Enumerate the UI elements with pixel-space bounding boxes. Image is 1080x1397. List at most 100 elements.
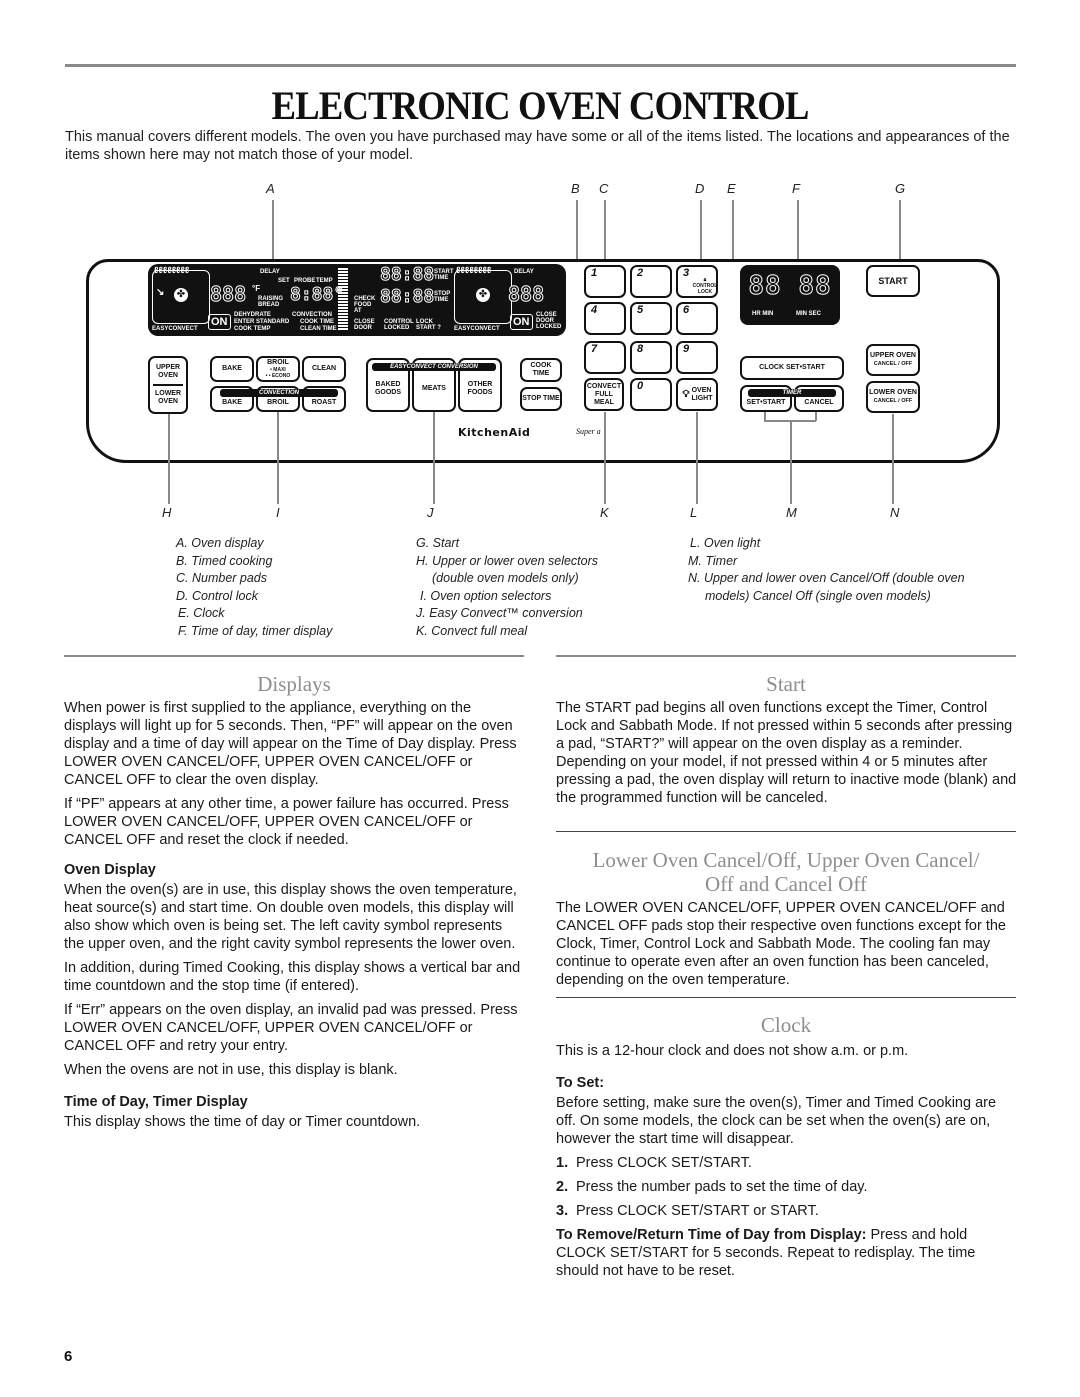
lcd-raising-bread: RAISING BREAD <box>258 296 284 308</box>
clock-paragraph: This is a 12-hour clock and does not sho… <box>556 1043 909 1059</box>
convect-full-meal-button[interactable]: CONVECT FULL MEAL <box>584 378 624 411</box>
legend-item-c: C. Number pads <box>176 571 268 586</box>
step-number: 3. <box>556 1203 569 1219</box>
leader-line-j <box>433 412 435 504</box>
legend-item-j: J. Easy Convect™ conversion <box>416 606 583 621</box>
legend-column-1: A. Oven display B. Timed cooking C. Numb… <box>176 535 332 641</box>
number-pad-0[interactable]: 0 <box>630 378 672 411</box>
legend-item-l: L. Oven light <box>690 536 761 550</box>
leader-line-m-h <box>764 420 816 422</box>
cook-time-button[interactable]: COOK TIME <box>520 358 562 382</box>
control-lock-text: CONTROL LOCK <box>692 283 718 295</box>
lcd-lock-start: LOCK START ? <box>416 319 441 331</box>
callout-letter-m: M <box>786 505 797 520</box>
number-pad-1[interactable]: 1 <box>584 265 626 298</box>
number-3-label: 3 <box>683 267 690 279</box>
lcd-stop-time-digits: 88:88 <box>379 286 435 308</box>
start-button[interactable]: START <box>866 265 920 297</box>
leader-line-h <box>168 414 170 504</box>
fan-icon-right: ✤ <box>476 288 490 302</box>
kitchenaid-logo: KitchenAid <box>458 426 531 439</box>
legend-item-e: E. Clock <box>178 606 225 621</box>
lcd-control-locked: CONTROL LOCKED <box>384 319 414 331</box>
callout-letter-b: B <box>571 181 580 196</box>
lcd-temp-digits: 888 <box>209 282 247 307</box>
oven-display-paragraph-1: When the oven(s) are in use, this displa… <box>64 882 517 952</box>
step-3: 3. Press CLOCK SET/START or START. <box>556 1202 1018 1220</box>
broil-button[interactable]: BROIL • MAXI • • ECONO <box>256 356 300 382</box>
legend-column-2: G. Start H. Upper or lower oven selector… <box>416 535 598 641</box>
number-pad-7[interactable]: 7 <box>584 341 626 374</box>
number-pad-2[interactable]: 2 <box>630 265 672 298</box>
brand-subtitle: Super a <box>576 427 601 436</box>
lcd-set: SET <box>278 278 290 284</box>
callout-letter-j: J <box>427 505 434 520</box>
time-of-day-paragraph: This display shows the time of day or Ti… <box>64 1114 421 1130</box>
lcd-enter-standard: ENTER STANDARD <box>234 319 290 325</box>
broil-label: BROIL <box>267 359 289 366</box>
start-paragraph: The START pad begins all oven functions … <box>556 700 1017 806</box>
broil-econo-label: • • ECONO <box>265 373 291 379</box>
number-pad-6[interactable]: 6 <box>676 302 718 335</box>
upper-oven-cancel-off-button[interactable]: UPPER OVEN CANCEL / OFF <box>866 344 920 376</box>
lcd-temp-digits-right: 888 <box>507 282 545 307</box>
callout-letter-h: H <box>162 505 172 520</box>
stop-time-button[interactable]: STOP TIME <box>520 387 562 411</box>
displays-heading: Displays <box>257 672 331 696</box>
number-pad-5[interactable]: 5 <box>630 302 672 335</box>
leader-line-m-l <box>764 412 766 421</box>
upper-lower-oven-selector[interactable]: UPPER OVEN LOWER OVEN <box>148 356 188 414</box>
lcd-close-door: CLOSE DOOR <box>354 319 375 331</box>
displays-paragraph-2: If “PF” appears at any other time, a pow… <box>64 796 509 848</box>
light-bulb-icon: 💡︎ <box>682 388 690 400</box>
step-text: Press CLOCK SET/START or START. <box>576 1203 819 1219</box>
lcd-clean-time: CLEAN TIME <box>300 326 337 332</box>
number-pad-4[interactable]: 4 <box>584 302 626 335</box>
easyconvect-conversion-band: EASYCONVECT CONVERSION <box>372 363 496 371</box>
leader-line-c <box>604 200 606 264</box>
oven-display-paragraph-3: If “Err” appears on the oven display, an… <box>64 1002 518 1054</box>
step-text: Press the number pads to set the time of… <box>576 1179 868 1195</box>
number-pad-8[interactable]: 8 <box>630 341 672 374</box>
leader-line-i <box>277 412 279 504</box>
hr-min-label: HR MIN <box>752 311 774 317</box>
number-pad-3-control-lock[interactable]: 3 🔒︎ CONTROL LOCK <box>676 265 718 298</box>
legend-item-k: K. Convect full meal <box>416 623 528 638</box>
step-number: 2. <box>556 1179 569 1195</box>
clock-digits: 88 88 <box>748 271 832 302</box>
clean-button[interactable]: CLEAN <box>302 356 346 382</box>
callout-letter-i: I <box>276 505 280 520</box>
lcd-dehydrate: DEHYDRATE <box>234 312 271 318</box>
lcd-on-left: ON <box>208 314 231 330</box>
oven-display-paragraph-2: In addition, during Timed Cooking, this … <box>64 960 521 994</box>
bake-button[interactable]: BAKE <box>210 356 254 382</box>
callout-letter-d: D <box>695 181 705 196</box>
lcd-check-food-at: CHECK FOOD AT <box>354 296 376 314</box>
lcd-probe-digits: 8:88° <box>289 284 345 306</box>
time-of-day-timer-display: 88 88 HR MIN MIN SEC <box>740 265 840 325</box>
cancel-paragraph: The LOWER OVEN CANCEL/OFF, UPPER OVEN CA… <box>556 900 1006 988</box>
upper-oven-cancel-label: UPPER OVEN <box>870 352 916 359</box>
legend-item-d: D. Control lock <box>176 588 258 603</box>
legend-item-f: F. Time of day, timer display <box>178 623 333 638</box>
number-pad-9[interactable]: 9 <box>676 341 718 374</box>
lower-oven-cancel-label: LOWER OVEN <box>869 389 917 396</box>
control-lock-label: 🔒︎ CONTROL LOCK <box>691 277 719 295</box>
clock-set-start-button[interactable]: CLOCK SET•START <box>740 356 844 380</box>
upper-oven-pad-label[interactable]: UPPER OVEN <box>153 364 183 380</box>
lcd-on-right: ON <box>510 314 533 330</box>
oven-display: ✤ ℓℓℓℓℓℓℓℓ ↘ EASYCONVECT DELAY 888 °F RA… <box>148 264 566 336</box>
lcd-cook-time: COOK TIME <box>300 319 334 325</box>
lcd-degree-f: °F <box>252 284 261 293</box>
callout-letter-a: A <box>266 181 275 196</box>
legend-item-n: N. Upper and lower oven Cancel/Off (doub… <box>688 571 965 586</box>
lower-oven-cancel-off-button[interactable]: LOWER OVEN CANCEL / OFF <box>866 381 920 413</box>
lower-oven-pad-label[interactable]: LOWER OVEN <box>153 390 183 406</box>
timer-band-label: TIMER <box>748 389 836 397</box>
lcd-easyconvect-right: EASYCONVECT <box>454 326 500 332</box>
legend-item-h-cont: (double oven models only) <box>432 571 579 586</box>
oven-light-button[interactable]: 💡︎ OVEN LIGHT <box>676 378 718 411</box>
legend-item-g: G. Start <box>416 536 460 550</box>
step-2: 2. Press the number pads to set the time … <box>556 1178 1018 1196</box>
legend-item-a: A. Oven display <box>176 536 264 550</box>
